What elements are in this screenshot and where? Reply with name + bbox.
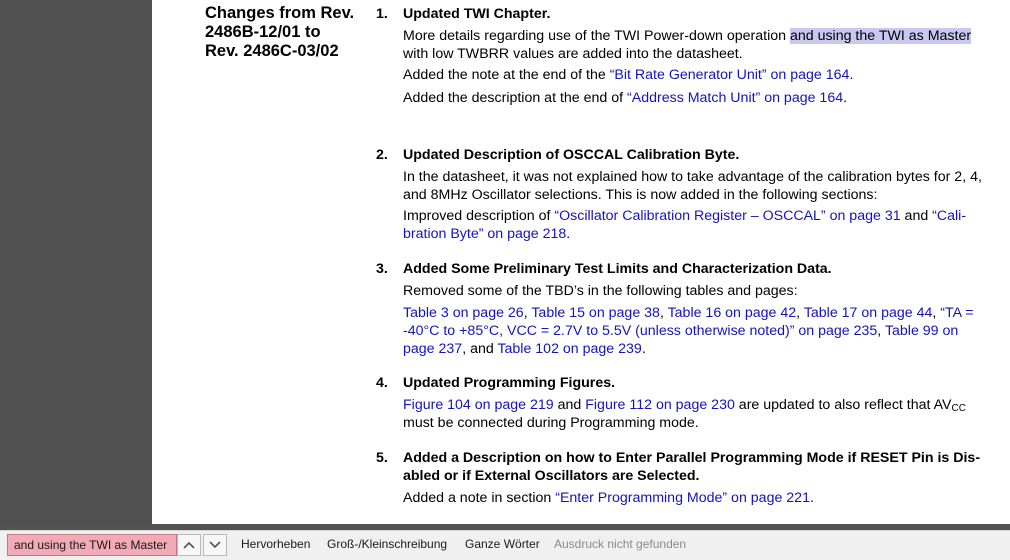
paragraph-text: and (553, 397, 586, 413)
cross-reference-link[interactable]: Table 102 on page 239 (497, 341, 641, 357)
paragraph-text: are updated to also reflect that AV (734, 397, 952, 413)
item-number: 3. (376, 261, 388, 277)
item-paragraph: In the datasheet, it was not explained h… (403, 168, 1003, 204)
change-item-4: 4. Updated Programming Figures. Figure 1… (376, 374, 1001, 434)
item-paragraph: Added the description at the end of “Add… (403, 89, 1003, 107)
item-title: Updated TWI Chapter. (403, 6, 551, 22)
paragraph-text: Added the description at the end of (403, 90, 628, 106)
cross-reference-link[interactable]: Table 16 on page 42 (668, 305, 797, 321)
item-paragraph: Table 3 on page 26, Table 15 on page 38,… (403, 304, 1003, 358)
item-paragraph: Added a note in section “Enter Programmi… (403, 489, 1003, 507)
paragraph-text: and 8MHz Oscillator selections. This is … (403, 187, 878, 203)
cross-reference-link[interactable]: Table 17 on page 44 (804, 305, 933, 321)
highlight-all-toggle[interactable]: Hervorheben (241, 537, 310, 551)
item-paragraph: Figure 104 on page 219 and Figure 112 on… (403, 396, 1003, 432)
paragraph-text: and (900, 208, 933, 224)
item-number: 5. (376, 450, 388, 466)
paragraph-text: . (641, 341, 646, 357)
item-title: Added a Description on how to Enter Para… (403, 449, 1003, 485)
cross-reference-link[interactable]: Table 99 on (885, 323, 958, 339)
paragraph-text: In the datasheet, it was not explained h… (403, 169, 982, 185)
item-title: Updated Programming Figures. (403, 375, 616, 391)
subscript-text: CC (951, 403, 966, 414)
item-title-line: Added a Description on how to Enter Para… (403, 450, 981, 466)
viewer-gutter (0, 0, 152, 524)
paragraph-text: , and (462, 341, 498, 357)
find-next-button[interactable] (203, 534, 227, 556)
find-bar: Hervorheben Groß-/Kleinschreibung Ganze … (0, 530, 1010, 560)
paragraph-text: Improved description of (403, 208, 555, 224)
heading-line: Changes from Rev. (205, 4, 355, 22)
paragraph-text: More details regarding use of the TWI Po… (403, 28, 790, 44)
paragraph-text: Added the note at the end of the (403, 67, 610, 83)
item-title-line: abled or if External Oscillators are Sel… (403, 468, 700, 484)
paragraph-text: . (566, 226, 571, 242)
paragraph-text: , (796, 305, 804, 321)
paragraph-text: , (659, 305, 668, 321)
item-title: Updated Description of OSCCAL Calibratio… (403, 147, 740, 163)
item-number: 1. (376, 6, 388, 22)
change-item-5: 5. Added a Description on how to Enter P… (376, 449, 1001, 519)
cross-reference-link[interactable]: “Bit Rate Generator Unit” on page 164 (610, 67, 850, 83)
find-previous-button[interactable] (177, 534, 201, 556)
paragraph-text: , (877, 323, 885, 339)
cross-reference-link[interactable]: “Enter Programming Mode” on page 221 (555, 490, 810, 506)
paragraph-text: . (849, 67, 854, 83)
page-section-heading: Changes from Rev. 2486B-12/01 to Rev. 24… (205, 4, 380, 61)
chevron-up-icon (183, 541, 195, 549)
cross-reference-link[interactable]: “Address Match Unit” on page 164 (627, 90, 843, 106)
item-paragraph: Removed some of the TBD’s in the followi… (403, 282, 1003, 300)
paragraph-text: must be connected during Programming mod… (403, 415, 699, 431)
paragraph-text: . (843, 90, 848, 106)
item-paragraph: More details regarding use of the TWI Po… (403, 27, 1003, 63)
item-title: Added Some Preliminary Test Limits and C… (403, 261, 832, 277)
cross-reference-link[interactable]: bration Byte” on page 218 (403, 226, 566, 242)
paragraph-text: . (809, 490, 814, 506)
cross-reference-link[interactable]: Figure 104 on page 219 (403, 397, 554, 413)
cross-reference-link[interactable]: “Oscillator Calibration Register – OSCCA… (554, 208, 900, 224)
item-number: 2. (376, 147, 388, 163)
item-paragraph: Added the note at the end of the “Bit Ra… (403, 66, 1003, 84)
item-number: 4. (376, 375, 388, 391)
cross-reference-link[interactable]: “TA = (940, 305, 973, 321)
paragraph-text: Removed some of the TBD’s in the followi… (403, 283, 798, 299)
find-input[interactable] (7, 534, 177, 556)
match-case-toggle[interactable]: Groß-/Kleinschreibung (327, 537, 447, 551)
cross-reference-link[interactable]: Table 3 on page 26 (403, 305, 524, 321)
paragraph-text: with low TWBRR values are added into the… (403, 46, 743, 62)
change-item-1: 1. Updated TWI Chapter. More details reg… (376, 5, 1003, 107)
pdf-page: Changes from Rev. 2486B-12/01 to Rev. 24… (152, 0, 1010, 524)
find-status: Ausdruck nicht gefunden (554, 537, 687, 551)
whole-words-toggle[interactable]: Ganze Wörter (465, 537, 540, 551)
cross-reference-link[interactable]: Figure 112 on page 230 (585, 397, 735, 413)
search-highlight: and using the TWI as Master (789, 28, 972, 44)
paragraph-text: Added a note in section (403, 490, 556, 506)
cross-reference-link[interactable]: page 237 (403, 341, 462, 357)
heading-line: 2486B-12/01 to (205, 23, 321, 41)
cross-reference-link[interactable]: Table 15 on page 38 (531, 305, 660, 321)
change-item-3: 3. Added Some Preliminary Test Limits an… (376, 260, 1001, 360)
heading-line: Rev. 2486C-03/02 (205, 42, 339, 60)
item-paragraph: Improved description of “Oscillator Cali… (403, 207, 1003, 243)
cross-reference-link[interactable]: -40°C to +85°C, VCC = 2.7V to 5.5V (unle… (403, 323, 877, 339)
chevron-down-icon (209, 541, 221, 549)
cross-reference-link[interactable]: “Cali- (932, 208, 966, 224)
change-item-2: 2. Updated Description of OSCCAL Calibra… (376, 146, 1001, 246)
pdf-viewer[interactable]: Changes from Rev. 2486B-12/01 to Rev. 24… (0, 0, 1010, 530)
